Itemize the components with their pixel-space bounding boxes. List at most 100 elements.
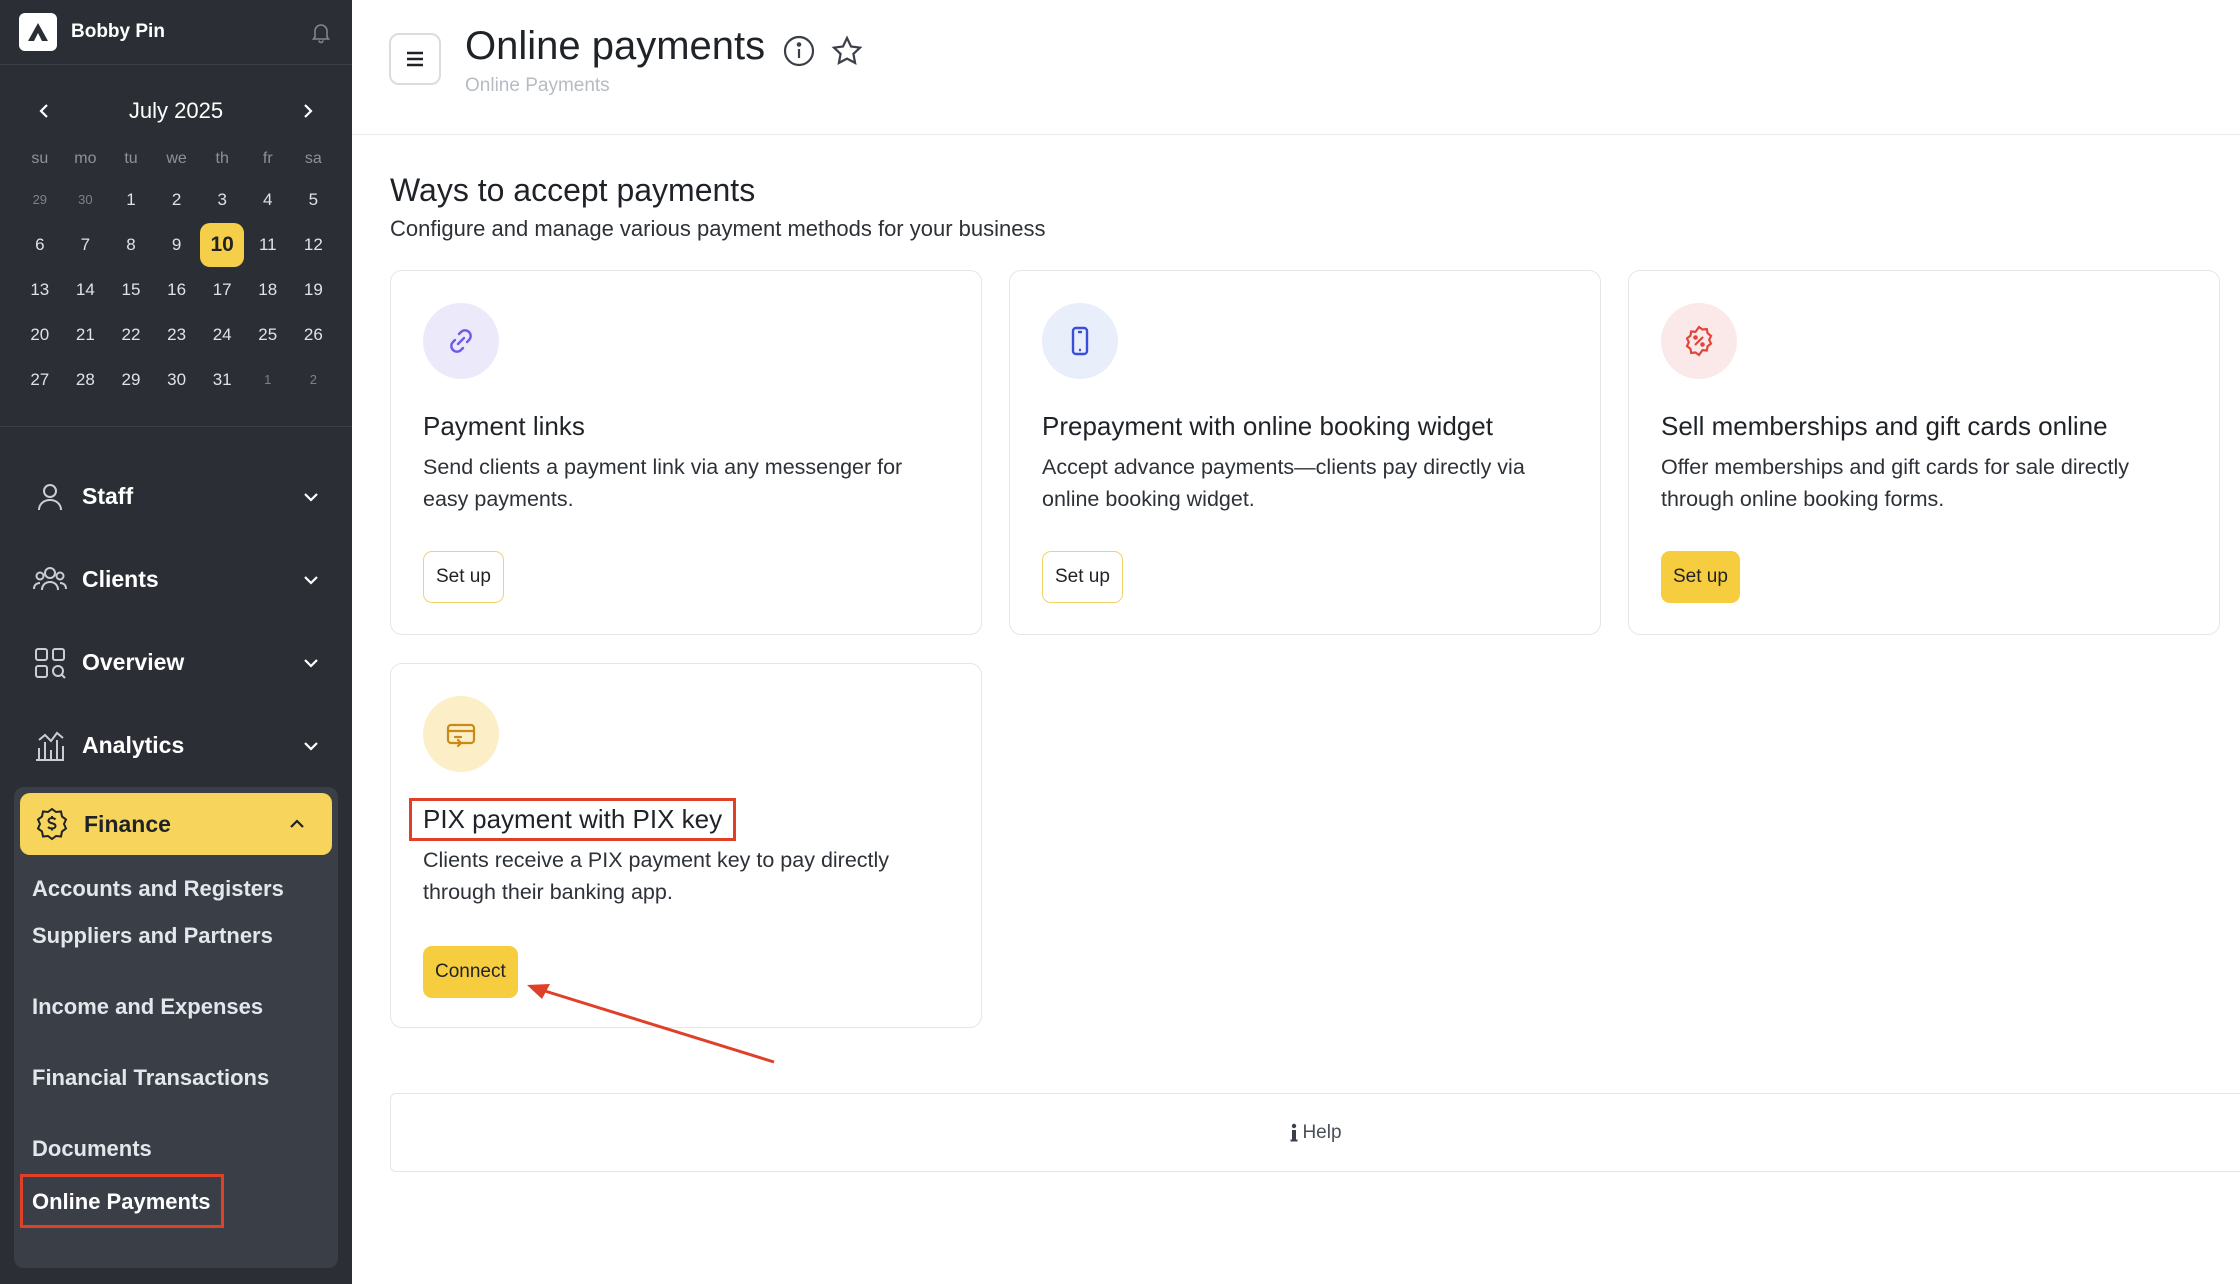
help-bar[interactable]: Help — [390, 1093, 2240, 1172]
calendar-month-title[interactable]: July 2025 — [129, 98, 223, 124]
calendar-day[interactable]: 30 — [154, 357, 200, 402]
help-label: Help — [1302, 1121, 1342, 1143]
chevron-left-icon — [39, 104, 48, 118]
nav-overview[interactable]: Overview — [0, 621, 352, 704]
calendar-day[interactable]: 31 — [199, 357, 245, 402]
calendar-day[interactable]: 14 — [63, 267, 109, 312]
nav-overview-label: Overview — [82, 649, 185, 675]
mobile-phone-icon — [1042, 303, 1118, 379]
calendar-day[interactable]: 30 — [63, 177, 109, 222]
calendar-grid: su mo tu we th fr sa 29 30 1 2 3 4 5 6 7 8 9 10 11 12 13 14 15 1… — [17, 141, 352, 402]
calendar-day[interactable]: 8 — [108, 222, 154, 267]
card-title: PIX payment with PIX key — [409, 798, 737, 841]
nav-documents[interactable]: Documents — [20, 1136, 332, 1162]
nav-staff[interactable]: Staff — [0, 455, 352, 538]
nav-finance-label: Finance — [84, 810, 171, 837]
menu-toggle-button[interactable] — [389, 33, 441, 85]
card-title: Prepayment with online booking widget — [1042, 411, 1493, 441]
calendar-day[interactable]: 21 — [63, 312, 109, 357]
calendar-day[interactable]: 29 — [17, 177, 63, 222]
bell-icon[interactable] — [309, 20, 333, 44]
calendar-weekday: mo — [74, 150, 97, 167]
chevron-down-icon — [304, 492, 318, 502]
calendar-day[interactable]: 3 — [199, 177, 245, 222]
calendar-day[interactable]: 10 — [199, 222, 245, 267]
calendar-day[interactable]: 5 — [291, 177, 337, 222]
calendar-today[interactable]: 10 — [200, 222, 245, 267]
calendar-weekday: sa — [304, 150, 322, 167]
discount-badge-icon — [1661, 303, 1737, 379]
setup-button[interactable]: Set up — [423, 551, 504, 603]
calendar-day[interactable]: 26 — [291, 312, 337, 357]
calendar-weekday: we — [166, 150, 187, 167]
section-subtitle: Configure and manage various payment met… — [390, 216, 1046, 241]
nav-finance[interactable]: Finance — [20, 793, 332, 855]
card-description: Send clients a payment link via any mess… — [423, 455, 903, 511]
calendar-day[interactable]: 20 — [17, 312, 63, 357]
calendar-weekday: su — [31, 150, 49, 167]
chevron-down-icon — [304, 741, 318, 751]
setup-button[interactable]: Set up — [1661, 551, 1740, 603]
card-title: Payment links — [423, 411, 585, 441]
calendar-day[interactable]: 18 — [245, 267, 291, 312]
calendar-day[interactable]: 11 — [245, 222, 291, 267]
card-description: Offer memberships and gift cards for sal… — [1661, 455, 2130, 511]
breadcrumb[interactable]: Online Payments — [465, 75, 610, 97]
main-nav: Staff Clients Overview Analytics Finance… — [0, 427, 352, 1268]
app-logo[interactable] — [19, 13, 57, 51]
nav-online-payments[interactable]: Online Payments — [20, 1174, 224, 1228]
calendar-day[interactable]: 23 — [154, 312, 200, 357]
card-description: Accept advance payments—clients pay dire… — [1042, 455, 1525, 511]
calendar-day[interactable]: 27 — [17, 357, 63, 402]
nav-accounts-registers[interactable]: Accounts and Registers — [20, 876, 332, 902]
calendar-weekday: tu — [124, 150, 138, 167]
group-icon — [33, 566, 67, 590]
calendar-day[interactable]: 25 — [245, 312, 291, 357]
calendar-day[interactable]: 12 — [291, 222, 337, 267]
nav-financial-transactions[interactable]: Financial Transactions — [20, 1065, 332, 1091]
payment-terminal-icon — [423, 696, 499, 772]
calendar-day[interactable]: 2 — [291, 357, 337, 402]
calendar-day[interactable]: 7 — [63, 222, 109, 267]
calendar-day[interactable]: 9 — [154, 222, 200, 267]
hamburger-icon — [407, 51, 423, 67]
calendar-day[interactable]: 1 — [245, 357, 291, 402]
nav-analytics[interactable]: Analytics — [0, 704, 352, 787]
account-name[interactable]: Bobby Pin — [71, 21, 309, 43]
nav-analytics-label: Analytics — [82, 732, 185, 758]
calendar-day[interactable]: 22 — [108, 312, 154, 357]
calendar-day[interactable]: 2 — [154, 177, 200, 222]
calendar-day[interactable]: 15 — [108, 267, 154, 312]
calendar-day[interactable]: 29 — [108, 357, 154, 402]
calendar-weekday: fr — [262, 150, 273, 167]
chevron-right-icon — [304, 104, 313, 118]
calendar-day[interactable]: 1 — [108, 177, 154, 222]
calendar-day[interactable]: 4 — [245, 177, 291, 222]
nav-suppliers-partners[interactable]: Suppliers and Partners — [20, 923, 332, 949]
star-icon[interactable] — [830, 34, 864, 68]
info-icon[interactable] — [782, 34, 816, 68]
card-pix-payment: PIX payment with PIX key Clients receive… — [390, 663, 982, 1028]
calendar-day[interactable]: 13 — [17, 267, 63, 312]
calendar-next-button[interactable] — [290, 94, 324, 128]
nav-staff-label: Staff — [82, 483, 134, 509]
calendar-day[interactable]: 6 — [17, 222, 63, 267]
calendar-prev-button[interactable] — [28, 94, 62, 128]
calendar-weekday: th — [215, 150, 229, 167]
link-icon — [423, 303, 499, 379]
nav-income-expenses[interactable]: Income and Expenses — [20, 994, 332, 1020]
account-bar: Bobby Pin — [0, 0, 352, 65]
card-memberships-gift-cards: Sell memberships and gift cards online O… — [1628, 270, 2220, 635]
calendar-day[interactable]: 19 — [291, 267, 337, 312]
chevron-up-icon — [290, 819, 304, 828]
calendar-day[interactable]: 28 — [63, 357, 109, 402]
setup-button[interactable]: Set up — [1042, 551, 1123, 603]
analytics-icon — [36, 731, 64, 761]
nav-clients[interactable]: Clients — [0, 538, 352, 621]
card-prepayment-widget: Prepayment with online booking widget Ac… — [1009, 270, 1601, 635]
calendar-day[interactable]: 24 — [199, 312, 245, 357]
calendar-day[interactable]: 16 — [154, 267, 200, 312]
connect-button[interactable]: Connect — [423, 946, 518, 998]
calendar-day[interactable]: 17 — [199, 267, 245, 312]
page-title: Online payments — [465, 24, 766, 68]
